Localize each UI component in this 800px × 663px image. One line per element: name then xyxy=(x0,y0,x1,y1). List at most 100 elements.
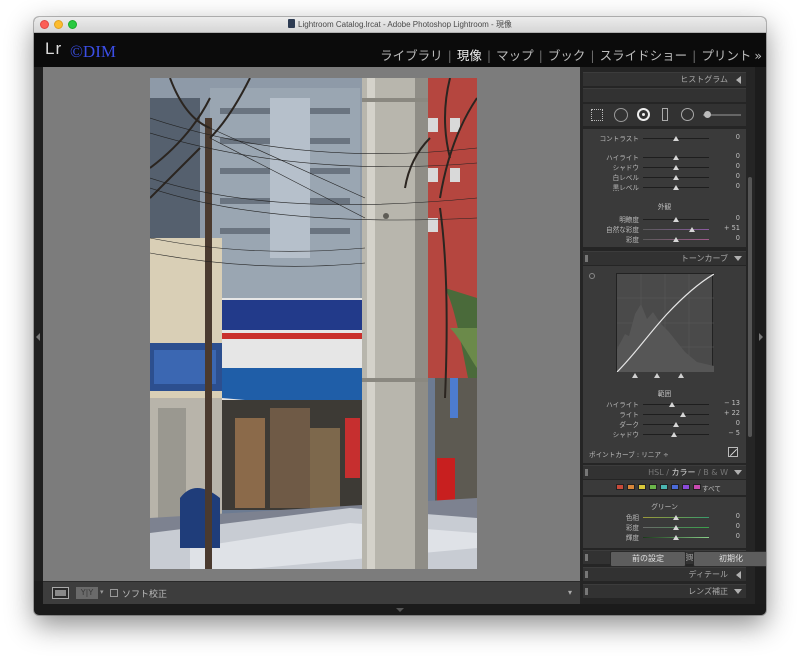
left-panel-toggle-icon[interactable] xyxy=(36,333,40,341)
before-after-button[interactable]: Y|Y xyxy=(76,587,98,599)
slider-thumb[interactable] xyxy=(671,432,677,437)
curve-split-handle[interactable] xyxy=(678,373,684,378)
module-develop[interactable]: 現像 xyxy=(457,45,482,64)
edit-point-curve-icon[interactable] xyxy=(728,447,738,457)
module-print[interactable]: プリント xyxy=(701,45,751,64)
slider-value[interactable]: 0 xyxy=(716,133,740,141)
module-more-button[interactable]: » xyxy=(754,48,762,63)
filmstrip-toggle-icon[interactable] xyxy=(396,608,404,612)
swatch-green[interactable] xyxy=(649,484,657,490)
module-map[interactable]: マップ xyxy=(496,45,534,64)
detail-header[interactable]: ディテール xyxy=(583,567,746,581)
toolbar-menu-icon[interactable]: ▾ xyxy=(568,588,572,597)
slider-thumb[interactable] xyxy=(673,515,679,520)
slider-thumb[interactable] xyxy=(673,185,679,190)
curve-split-handle[interactable] xyxy=(632,373,638,378)
panel-switch-icon[interactable] xyxy=(585,469,588,476)
slider-thumb[interactable] xyxy=(673,237,679,242)
slider-value[interactable]: + 51 xyxy=(716,224,740,232)
adjustment-brush-icon[interactable] xyxy=(704,111,711,118)
loupe-view-icon[interactable] xyxy=(52,587,69,599)
spot-removal-icon[interactable] xyxy=(614,108,628,122)
slider-value[interactable]: 0 xyxy=(716,532,740,540)
slider-label: 自然な彩度 xyxy=(606,226,639,234)
swatch-aqua[interactable] xyxy=(660,484,668,490)
crop-overlay-icon[interactable] xyxy=(591,109,603,121)
histogram-title: ヒストグラム xyxy=(680,75,728,84)
before-after-dropdown-icon[interactable]: ▾ xyxy=(100,588,104,596)
panel-switch-icon[interactable] xyxy=(585,255,588,262)
slider-value[interactable]: 0 xyxy=(716,522,740,530)
slider-thumb[interactable] xyxy=(673,422,679,427)
tone-curve-graph[interactable] xyxy=(616,273,715,373)
swatch-magenta[interactable] xyxy=(693,484,701,490)
slider-thumb[interactable] xyxy=(673,136,679,141)
slider-thumb[interactable] xyxy=(689,227,695,232)
swatch-purple[interactable] xyxy=(682,484,690,490)
reset-button[interactable]: 初期化 xyxy=(693,551,766,567)
slider-thumb[interactable] xyxy=(673,165,679,170)
all-colors-button[interactable]: すべて xyxy=(702,483,721,493)
appearance-title: 外観 xyxy=(657,203,672,211)
slider-label: 明瞭度 xyxy=(619,216,639,224)
curve-lights-slider[interactable] xyxy=(643,414,709,415)
radial-filter-icon[interactable] xyxy=(681,108,694,121)
slider-value[interactable]: 0 xyxy=(716,152,740,160)
street-photo[interactable] xyxy=(150,78,477,569)
module-book[interactable]: ブック xyxy=(548,45,586,64)
tool-strip xyxy=(583,104,746,126)
slider-value[interactable]: 0 xyxy=(716,512,740,520)
graduated-filter-icon[interactable] xyxy=(662,108,668,121)
right-panel-toggle-icon[interactable] xyxy=(759,333,763,341)
swatch-yellow[interactable] xyxy=(638,484,646,490)
curve-split-handle[interactable] xyxy=(654,373,660,378)
tab-color[interactable]: カラー xyxy=(671,468,695,477)
targeted-adjustment-icon[interactable] xyxy=(589,273,595,279)
histogram-header[interactable]: ヒストグラム xyxy=(583,72,746,86)
slider-thumb[interactable] xyxy=(673,535,679,540)
curve-highlights-slider[interactable] xyxy=(643,404,709,405)
hsl-header[interactable]: HSL / カラー / B & W xyxy=(583,465,746,479)
slider-value[interactable]: 0 xyxy=(716,234,740,242)
slider-thumb[interactable] xyxy=(669,402,675,407)
slider-label: ライト xyxy=(619,411,639,419)
slider-value[interactable]: − 13 xyxy=(716,399,740,407)
swatch-red[interactable] xyxy=(616,484,624,490)
module-separator: | xyxy=(486,48,492,63)
slider-thumb[interactable] xyxy=(680,412,686,417)
soft-proof-checkbox[interactable] xyxy=(110,589,118,597)
slider-thumb[interactable] xyxy=(673,217,679,222)
tab-hsl[interactable]: HSL xyxy=(648,468,664,477)
lens-corrections-header[interactable]: レンズ補正 xyxy=(583,584,746,598)
vibrance-slider[interactable] xyxy=(643,229,709,230)
panel-switch-icon[interactable] xyxy=(585,588,588,595)
panel-scrollbar[interactable] xyxy=(748,177,752,437)
module-library[interactable]: ライブラリ xyxy=(380,45,443,64)
red-eye-icon[interactable] xyxy=(637,108,650,121)
previous-settings-button[interactable]: 前の設定 xyxy=(610,551,686,567)
tab-bw[interactable]: B & W xyxy=(703,468,728,477)
window-title-wrap: Lightroom Catalog.lrcat - Adobe Photosho… xyxy=(34,19,766,30)
slider-value[interactable]: + 22 xyxy=(716,409,740,417)
tone-curve-header[interactable]: トーンカーブ xyxy=(583,251,746,265)
swatch-blue[interactable] xyxy=(671,484,679,490)
slider-thumb[interactable] xyxy=(673,155,679,160)
window-title: Lightroom Catalog.lrcat - Adobe Photosho… xyxy=(298,20,512,29)
slider-value[interactable]: 0 xyxy=(716,162,740,170)
slider-label: 輝度 xyxy=(625,534,639,542)
swatch-orange[interactable] xyxy=(627,484,635,490)
slider-value[interactable]: − 5 xyxy=(716,429,740,437)
panel-switch-icon[interactable] xyxy=(585,571,588,578)
tone-curve-svg xyxy=(616,273,715,373)
slider-value[interactable]: 0 xyxy=(716,172,740,180)
slider-value[interactable]: 0 xyxy=(716,182,740,190)
panel-switch-icon[interactable] xyxy=(585,554,588,561)
slider-thumb[interactable] xyxy=(673,525,679,530)
slider-value[interactable]: 0 xyxy=(716,419,740,427)
module-separator: | xyxy=(692,48,697,63)
module-slideshow[interactable]: スライドショー xyxy=(600,45,688,64)
point-curve-select[interactable]: リニア xyxy=(641,451,661,459)
slider-value[interactable]: 0 xyxy=(716,214,740,222)
slider-thumb[interactable] xyxy=(673,175,679,180)
lens-corrections-title: レンズ補正 xyxy=(688,587,728,596)
